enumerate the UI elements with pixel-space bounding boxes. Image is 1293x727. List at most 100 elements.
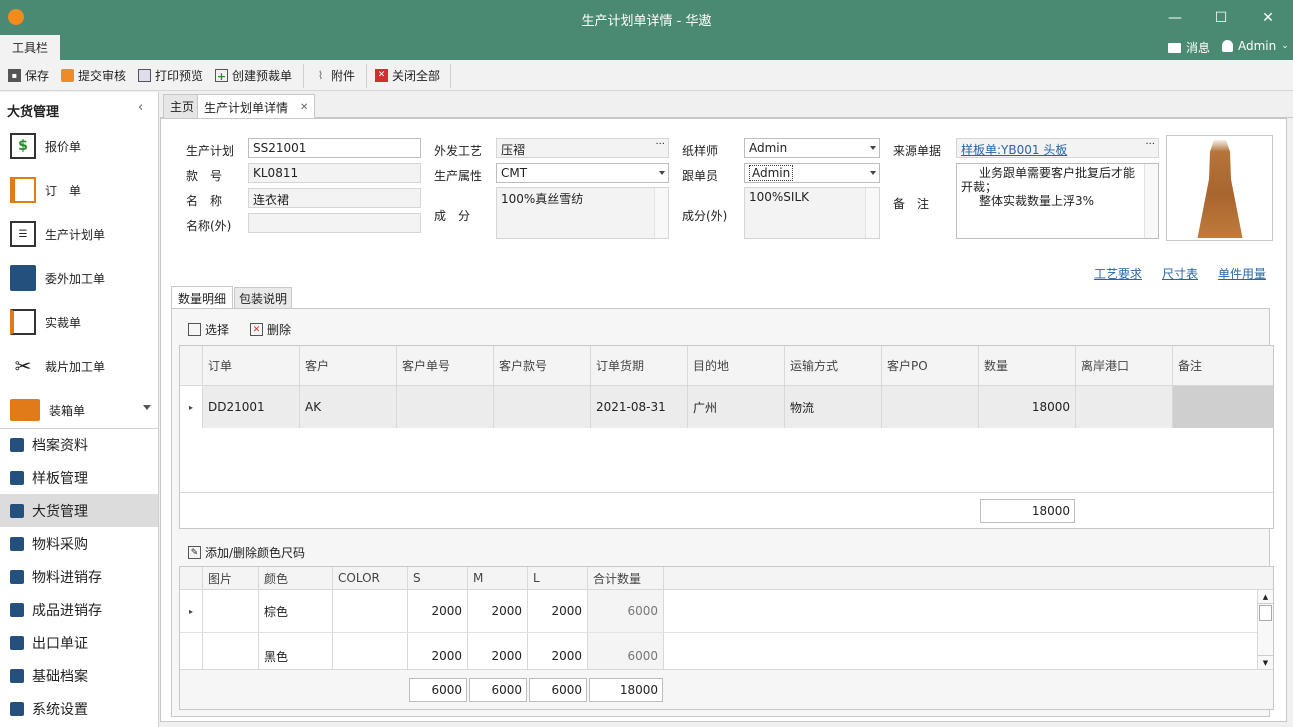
add-color-size-button[interactable]: ✎ 添加/删除颜色尺码 xyxy=(188,544,305,561)
table-cell[interactable]: DD21001 xyxy=(203,386,300,428)
nav-settings[interactable]: 系统设置 xyxy=(0,692,158,725)
column-header[interactable]: 订单货期 xyxy=(591,346,688,386)
table-cell[interactable]: 2000 xyxy=(468,590,528,632)
scrollbar[interactable] xyxy=(1144,164,1158,238)
attr-select[interactable]: CMT xyxy=(496,163,669,183)
nav-product-inventory[interactable]: 成品进销存 xyxy=(0,593,158,626)
nav-purchase[interactable]: 物料采购 xyxy=(0,527,158,560)
column-header[interactable]: L xyxy=(528,567,588,590)
close-button[interactable]: ✕ xyxy=(1245,0,1291,35)
outsource-field[interactable]: 压褶 ··· xyxy=(496,138,669,158)
column-header[interactable]: 颜色 xyxy=(259,567,333,590)
product-image[interactable] xyxy=(1166,135,1273,241)
scroll-down-icon[interactable]: ▼ xyxy=(1258,655,1273,669)
table-cell[interactable]: 2021-08-31 xyxy=(591,386,688,428)
table-cell[interactable] xyxy=(333,633,408,669)
style-no-field[interactable]: KL0811 xyxy=(248,163,421,183)
table-cell[interactable] xyxy=(882,386,979,428)
sidebar-item-cut-piece[interactable]: ✂ 裁片加工单 xyxy=(0,344,158,388)
nav-export-docs[interactable]: 出口单证 xyxy=(0,626,158,659)
unit-usage-link[interactable]: 单件用量 xyxy=(1218,265,1266,282)
column-header[interactable]: 数量 xyxy=(979,346,1076,386)
table-cell[interactable] xyxy=(1173,386,1273,428)
column-header[interactable]: 离岸港口 xyxy=(1076,346,1173,386)
table-cell[interactable]: 2000 xyxy=(408,633,468,669)
table-cell[interactable] xyxy=(203,590,259,632)
sidebar-item-quote[interactable]: $ 报价单 xyxy=(0,124,158,168)
grid-scrollbar[interactable]: ▲ ▼ xyxy=(1257,590,1273,669)
scroll-thumb[interactable] xyxy=(1259,605,1272,621)
table-cell[interactable]: 2000 xyxy=(468,633,528,669)
source-link[interactable]: 样板单:YB001 头板 xyxy=(961,143,1067,157)
scrollbar[interactable] xyxy=(865,188,879,238)
print-preview-button[interactable]: 打印预览 xyxy=(138,67,203,84)
tab-packing-desc[interactable]: 包装说明 xyxy=(234,287,292,308)
table-cell[interactable] xyxy=(397,386,494,428)
table-cell[interactable] xyxy=(494,386,591,428)
column-header[interactable]: S xyxy=(408,567,468,590)
nav-material-inventory[interactable]: 物料进销存 xyxy=(0,560,158,593)
table-cell[interactable]: 2000 xyxy=(528,633,588,669)
process-link[interactable]: 工艺要求 xyxy=(1094,265,1142,282)
tab-home[interactable]: 主页 xyxy=(163,94,202,118)
table-cell[interactable]: 广州 xyxy=(688,386,785,428)
follower-select[interactable]: Admin xyxy=(744,163,880,183)
column-header[interactable]: 客户 xyxy=(300,346,397,386)
minimize-button[interactable]: — xyxy=(1152,0,1198,35)
source-field[interactable]: 样板单:YB001 头板 ··· xyxy=(956,138,1159,158)
user-menu-button[interactable]: Admin ⌄ xyxy=(1222,39,1289,53)
sidebar-item-production-plan[interactable]: ☰ 生产计划单 xyxy=(0,212,158,256)
name-ext-field[interactable] xyxy=(248,213,421,233)
table-cell[interactable]: 2000 xyxy=(528,590,588,632)
close-all-button[interactable]: ✕ 关闭全部 xyxy=(375,67,440,84)
name-field[interactable]: 连衣裙 xyxy=(248,188,421,208)
scrollbar[interactable] xyxy=(654,188,668,238)
table-cell[interactable]: 物流 xyxy=(785,386,882,428)
size-chart-link[interactable]: 尺寸表 xyxy=(1162,265,1198,282)
table-cell[interactable]: 黑色 xyxy=(259,633,333,669)
create-pre-cut-button[interactable]: + 创建预裁单 xyxy=(215,67,292,84)
column-header[interactable]: 客户款号 xyxy=(494,346,591,386)
sidebar-item-order[interactable]: 订 单 xyxy=(0,168,158,212)
toolbar-menu-tab[interactable]: 工具栏 xyxy=(0,35,60,60)
column-header[interactable]: 订单 xyxy=(203,346,300,386)
messages-button[interactable]: 消息 xyxy=(1168,39,1210,56)
table-cell[interactable] xyxy=(1076,386,1173,428)
nav-sample[interactable]: 样板管理 xyxy=(0,461,158,494)
sidebar-item-actual-cut[interactable]: 实裁单 xyxy=(0,300,158,344)
pattern-maker-select[interactable]: Admin xyxy=(744,138,880,158)
table-row[interactable]: ▸ DD21001 AK 2021-08-31 广州 物流 18000 xyxy=(180,386,1273,428)
table-cell[interactable]: AK xyxy=(300,386,397,428)
plan-input[interactable]: SS21001 xyxy=(248,138,421,158)
column-header[interactable]: 图片 xyxy=(203,567,259,590)
sidebar-item-packing[interactable]: 装箱单 xyxy=(0,388,158,432)
nav-archive[interactable]: 档案资料 xyxy=(0,428,158,461)
column-header[interactable]: 合计数量 xyxy=(588,567,664,590)
table-row[interactable]: 黑色 2000 2000 2000 6000 xyxy=(180,633,1258,669)
column-header[interactable]: COLOR xyxy=(333,567,408,590)
expand-down-icon[interactable] xyxy=(143,405,151,410)
tab-plan-detail[interactable]: 生产计划单详情 ✕ xyxy=(197,94,316,119)
column-header[interactable]: M xyxy=(468,567,528,590)
remark-memo[interactable]: 业务跟单需要客户批复后才能 开裁； 整体实裁数量上浮3% xyxy=(956,163,1159,239)
nav-base-archive[interactable]: 基础档案 xyxy=(0,659,158,692)
attachment-button[interactable]: ⌇ 附件 xyxy=(314,67,355,84)
column-header[interactable]: 备注 xyxy=(1173,346,1273,386)
delete-button[interactable]: ✕ 删除 xyxy=(250,321,291,338)
table-row[interactable]: ▸ 棕色 2000 2000 2000 6000 xyxy=(180,590,1258,633)
save-button[interactable]: ▪ 保存 xyxy=(8,67,49,84)
tab-qty-detail[interactable]: 数量明细 xyxy=(171,286,233,309)
scroll-up-icon[interactable]: ▲ xyxy=(1258,590,1273,604)
table-cell[interactable] xyxy=(203,633,259,669)
sidebar-item-outsource[interactable]: 委外加工单 xyxy=(0,256,158,300)
table-cell[interactable]: 棕色 xyxy=(259,590,333,632)
column-header[interactable]: 目的地 xyxy=(688,346,785,386)
composition-ext-memo[interactable]: 100%SILK xyxy=(744,187,880,239)
ellipsis-icon[interactable]: ··· xyxy=(1145,139,1155,150)
column-header[interactable]: 客户单号 xyxy=(397,346,494,386)
table-cell[interactable] xyxy=(333,590,408,632)
column-header[interactable]: 运输方式 xyxy=(785,346,882,386)
table-cell[interactable]: 2000 xyxy=(408,590,468,632)
maximize-button[interactable]: ☐ xyxy=(1198,0,1244,35)
ellipsis-icon[interactable]: ··· xyxy=(655,139,665,150)
